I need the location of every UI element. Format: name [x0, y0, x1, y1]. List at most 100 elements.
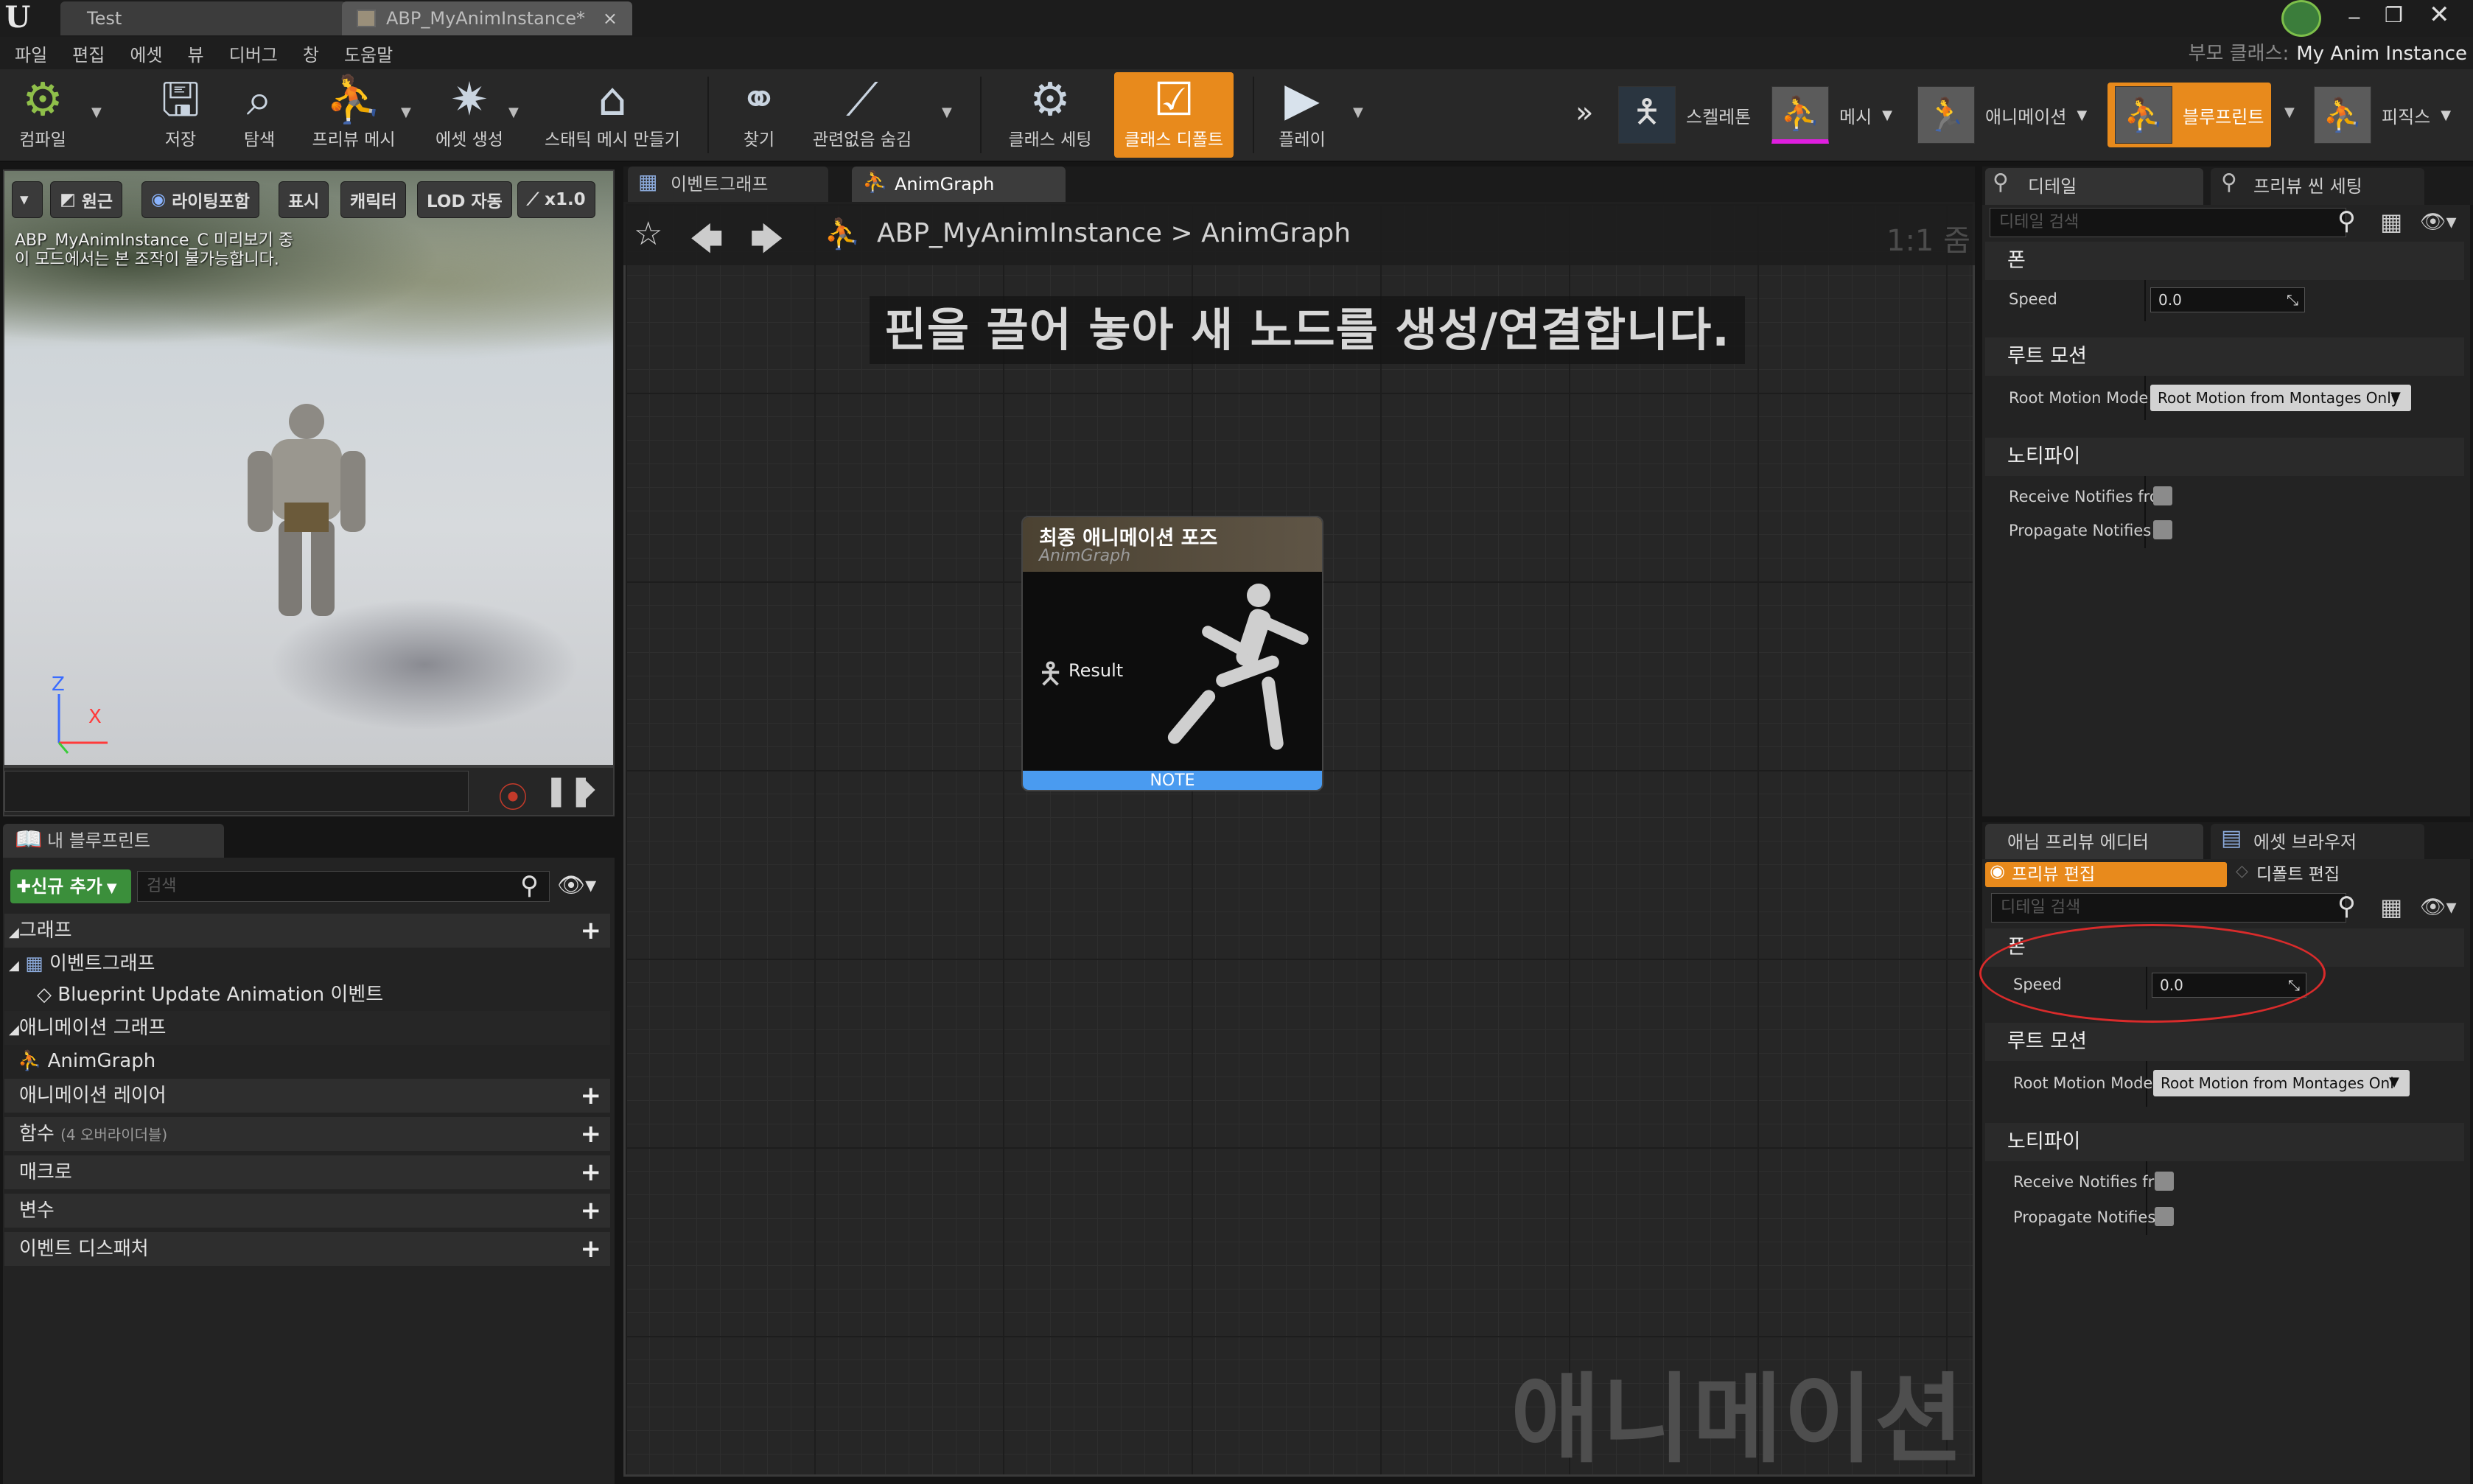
playback-speed-button[interactable]: ⟋ x1.0: [517, 181, 595, 218]
mode-blueprint[interactable]: ⛹ 블루프린트: [2108, 83, 2272, 147]
variables-category[interactable]: 변수 +: [4, 1194, 610, 1228]
details-root-motion-combo[interactable]: Root Motion from Montages Only: [2150, 385, 2411, 411]
tab-details[interactable]: 디테일: [1985, 168, 2203, 205]
menu-asset[interactable]: 에셋: [130, 41, 162, 66]
blueprint-search-input[interactable]: 검색: [137, 871, 550, 902]
tab-abp[interactable]: ABP_MyAnimInstance* ×: [342, 1, 632, 35]
preview-search-input[interactable]: 디테일 검색: [1991, 893, 2346, 923]
anim-layers-category[interactable]: 애니메이션 레이어 +: [4, 1079, 610, 1113]
breadcrumb-graph[interactable]: AnimGraph: [1201, 218, 1351, 248]
menu-window[interactable]: 창: [303, 41, 319, 66]
reset-arrow-icon[interactable]: ⤡: [2287, 288, 2298, 312]
create-asset-button[interactable]: ✷ 에셋 생성: [422, 72, 517, 158]
add-layer-icon[interactable]: +: [581, 1079, 602, 1113]
add-function-icon[interactable]: +: [581, 1117, 602, 1151]
tab-event-graph[interactable]: 이벤트그래프: [628, 167, 828, 202]
details-section-pawn[interactable]: 폰: [1985, 242, 2464, 280]
animation-dropdown-icon[interactable]: ▼: [2077, 108, 2087, 123]
close-window-icon[interactable]: ✕: [2429, 0, 2450, 29]
preview-grid-icon[interactable]: ▦: [2380, 893, 2402, 921]
class-settings-button[interactable]: ⚙ 클래스 세팅: [996, 72, 1104, 158]
mode-physics[interactable]: ⛹ 피직스 ▼: [2306, 83, 2458, 147]
add-macro-icon[interactable]: +: [581, 1155, 602, 1189]
details-grid-icon[interactable]: ▦: [2380, 208, 2402, 236]
save-button[interactable]: 🖫 저장: [140, 72, 221, 158]
menu-view[interactable]: 뷰: [188, 41, 204, 66]
tab-anim-preview-editor[interactable]: 애님 프리뷰 에디터: [1985, 824, 2203, 861]
forward-arrow-icon[interactable]: 🡆: [750, 215, 783, 270]
browse-button[interactable]: ⌕ 탐색: [221, 72, 298, 158]
preview-search-icon[interactable]: ⚲: [2337, 892, 2356, 921]
create-asset-dropdown-icon[interactable]: ▼: [508, 105, 519, 120]
favorite-star-icon[interactable]: ☆: [634, 215, 662, 253]
record-icon[interactable]: ⦿: [498, 774, 528, 816]
preview-receive-notifies-checkbox[interactable]: [2155, 1172, 2174, 1191]
graph-canvas[interactable]: [623, 202, 1975, 1477]
step-forward-icon[interactable]: ⏵: [582, 774, 596, 807]
preview-section-root-motion[interactable]: 루트 모션: [1985, 1023, 2464, 1061]
details-search-input[interactable]: 디테일 검색: [1990, 208, 2346, 237]
play-dropdown-icon[interactable]: ▼: [1353, 105, 1363, 120]
functions-category[interactable]: 함수 (4 오버라이더블) +: [4, 1117, 610, 1151]
mode-animation[interactable]: 🏃 애니메이션 ▼: [1910, 83, 2094, 147]
make-static-mesh-button[interactable]: ⌂ 스태틱 메시 만들기: [535, 72, 690, 158]
preview-mesh-button[interactable]: ⛹ 프리뷰 메시: [302, 72, 405, 158]
account-icon[interactable]: [2281, 0, 2321, 37]
macros-category[interactable]: 매크로 +: [4, 1155, 610, 1189]
details-eye-icon[interactable]: 👁▾: [2420, 209, 2457, 234]
details-propagate-notifies-checkbox[interactable]: [2153, 520, 2172, 539]
tab-test[interactable]: Test: [60, 1, 346, 35]
visibility-eye-icon[interactable]: 👁▾: [557, 872, 596, 898]
viewport-options-button[interactable]: ▾: [12, 181, 43, 218]
menu-edit[interactable]: 편집: [72, 41, 105, 66]
blueprint-dropdown-icon[interactable]: ▼: [2284, 105, 2295, 120]
close-tab-icon[interactable]: ×: [603, 1, 618, 35]
compile-dropdown-icon[interactable]: ▼: [91, 105, 102, 120]
preview-propagate-notifies-checkbox[interactable]: [2155, 1207, 2174, 1226]
add-graph-icon[interactable]: +: [581, 914, 602, 948]
mode-mesh[interactable]: ⛹ 메시 ▼: [1764, 83, 1900, 147]
maximize-icon[interactable]: ❐: [2385, 3, 2403, 27]
mesh-dropdown-icon[interactable]: ▼: [1882, 108, 1892, 123]
lod-auto-button[interactable]: LOD 자동: [417, 181, 512, 218]
add-dispatcher-icon[interactable]: +: [581, 1232, 602, 1266]
anim-graphs-category[interactable]: ◢애니메이션 그래프: [4, 1011, 610, 1045]
compile-button[interactable]: ⚙ 컴파일: [4, 72, 81, 158]
find-button[interactable]: ⚭ 찾기: [722, 72, 796, 158]
edit-preview-tab[interactable]: 프리뷰 편집: [1985, 862, 2227, 887]
unreal-logo-icon[interactable]: U: [1, 1, 34, 34]
lit-button[interactable]: ◉ 라이팅포함: [141, 181, 259, 218]
parent-class-link[interactable]: My Anim Instance: [2296, 43, 2467, 65]
character-button[interactable]: 캐릭터: [340, 181, 407, 218]
hide-unrelated-dropdown-icon[interactable]: ▼: [942, 105, 952, 120]
menu-debug[interactable]: 디버그: [229, 41, 278, 66]
preview-section-notify[interactable]: 노티파이: [1985, 1123, 2464, 1161]
mode-skeleton[interactable]: 🯅 스켈레톤: [1611, 83, 1758, 147]
perspective-button[interactable]: ◩ 원근: [50, 181, 123, 218]
class-defaults-button[interactable]: ☑ 클래스 디폴트: [1114, 72, 1234, 158]
minimize-icon[interactable]: ‒: [2348, 4, 2361, 29]
details-section-root-motion[interactable]: 루트 모션: [1985, 337, 2464, 376]
timeline-scrubber[interactable]: [4, 771, 469, 812]
back-arrow-icon[interactable]: 🡄: [690, 215, 723, 270]
details-search-icon[interactable]: ⚲: [2337, 206, 2356, 236]
event-graph-item[interactable]: ◢ ▦ 이벤트그래프: [9, 948, 155, 982]
add-new-button[interactable]: ✚신규 추가 ▼: [10, 869, 131, 903]
search-icon[interactable]: ⚲: [520, 871, 539, 900]
preview-mesh-dropdown-icon[interactable]: ▼: [401, 105, 411, 120]
output-pose-node[interactable]: 최종 애니메이션 포즈 AnimGraph 🯅 Result NOTE: [1021, 516, 1323, 791]
add-variable-icon[interactable]: +: [581, 1194, 602, 1228]
play-button[interactable]: ▶ 플레이: [1262, 72, 1343, 158]
edit-defaults-tab[interactable]: 디폴트 편집: [2233, 862, 2340, 887]
menu-file[interactable]: 파일: [15, 41, 47, 66]
breadcrumb-asset[interactable]: ABP_MyAnimInstance: [877, 218, 1162, 248]
event-dispatchers-category[interactable]: 이벤트 디스패처 +: [4, 1232, 610, 1266]
details-receive-notifies-checkbox[interactable]: [2153, 486, 2172, 505]
update-animation-event-item[interactable]: ◇ Blueprint Update Animation 이벤트: [37, 979, 383, 1011]
show-button[interactable]: 표시: [279, 181, 329, 218]
preview-viewport[interactable]: ▾ ◩ 원근 ◉ 라이팅포함 표시 캐릭터 LOD 자동 ⟋ x1.0 ABP_MyA…: [3, 169, 615, 766]
preview-root-motion-combo[interactable]: Root Motion from Montages Onl: [2153, 1070, 2410, 1096]
anim-graph-item[interactable]: ⛹ AnimGraph: [18, 1045, 155, 1077]
preview-eye-icon[interactable]: 👁▾: [2420, 895, 2457, 919]
details-speed-field[interactable]: 0.0 ⤡: [2150, 287, 2305, 312]
